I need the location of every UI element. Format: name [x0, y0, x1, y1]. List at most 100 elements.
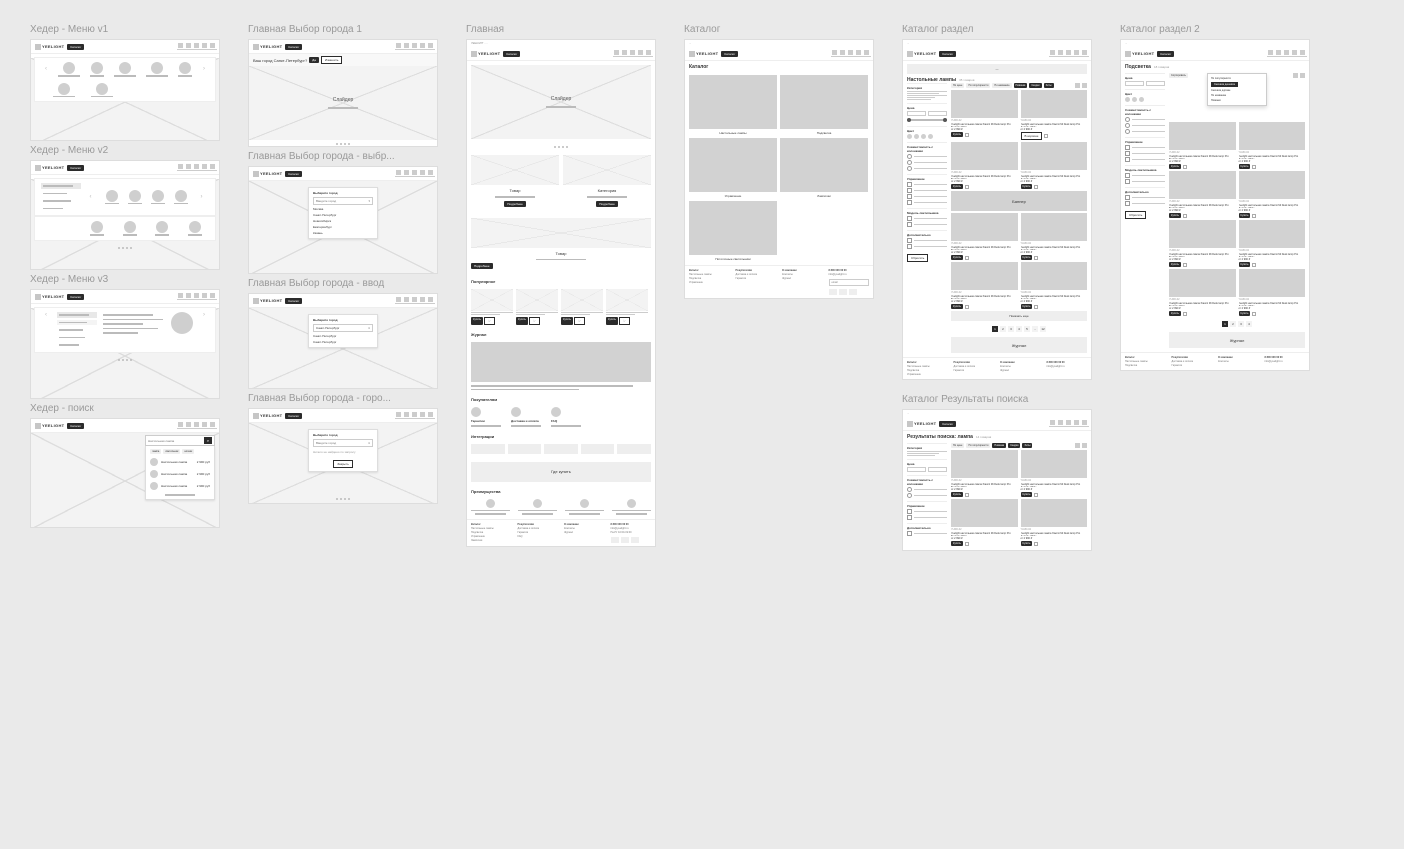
product-card[interactable]: Купить♡ [606, 289, 648, 325]
city-option[interactable]: Новосибирск [313, 219, 373, 223]
product-card[interactable]: Купить♡ [516, 289, 558, 325]
journal-promo[interactable]: Журнал [1169, 332, 1305, 348]
sort-tag[interactable]: По цене [951, 83, 964, 88]
hero-slider[interactable]: Слайдер [471, 65, 651, 139]
frame-catalog-section-2[interactable]: ... YEELIGHTКаталог Подсветка 18 товаров… [1120, 39, 1310, 371]
sort-tag-active[interactable]: Хиты [1044, 83, 1054, 88]
search-chip[interactable]: светильник [163, 449, 180, 454]
city-option[interactable]: Казань [313, 231, 373, 235]
profile-icon[interactable] [202, 43, 207, 50]
next-arrow[interactable]: › [199, 66, 209, 72]
customer-link[interactable]: FAQ [551, 407, 581, 427]
cart-icon[interactable] [194, 43, 199, 50]
city-option[interactable]: Москва [313, 207, 373, 211]
frame-city-select[interactable]: YEELIGHTКаталог Выберите город ▾ Москва … [248, 166, 438, 274]
search-result-item[interactable]: Настольная лампа 2 990 руб [150, 468, 210, 480]
page-button[interactable]: 1 [992, 326, 998, 332]
menu-side-item[interactable] [41, 191, 81, 197]
tile-button[interactable]: Подробнее [504, 201, 526, 207]
favorite-toggle[interactable] [965, 133, 969, 137]
frame-city-1[interactable]: YEELIGHTКаталог Ваш город Санкт-Петербур… [248, 39, 438, 147]
frame-header-menu-v2[interactable]: YEELIGHTКаталог ‹ › [30, 160, 220, 270]
header-icons [178, 43, 215, 50]
product-card[interactable]: Купить♡ [471, 289, 513, 325]
search-input[interactable] [148, 439, 203, 443]
search-result-item[interactable]: Настольная лампа 2 990 руб [150, 480, 210, 492]
tile-button[interactable]: Подробнее [596, 201, 618, 207]
city-change-button[interactable]: Изменить [321, 56, 343, 64]
category-card[interactable]: Лампочки [780, 138, 868, 198]
show-more-button[interactable]: Показать еще [951, 311, 1087, 321]
hero-slider[interactable]: Слайдер [249, 66, 437, 140]
frame-catalog-section[interactable]: ... YEELIGHTКаталог — Настольные лампы 3… [902, 39, 1092, 380]
sort-trigger[interactable]: Сортировать [1169, 73, 1188, 78]
filter-reset-button[interactable]: Сбросить [1125, 211, 1146, 219]
promo-banner[interactable]: Баннер [951, 191, 1087, 211]
menu-item[interactable] [146, 62, 168, 77]
menu-item[interactable] [178, 62, 192, 77]
search-icon[interactable] [210, 43, 215, 50]
product-card[interactable]: Купить♡ [561, 289, 603, 325]
logo[interactable]: YEELIGHT [35, 44, 64, 50]
city-yes-button[interactable]: Да [309, 57, 319, 63]
catalog-button[interactable]: Каталог [67, 44, 84, 50]
category-card[interactable]: Управление [689, 138, 777, 198]
frame-search-results[interactable]: ... YEELIGHTКаталог Результаты поиска: л… [902, 409, 1092, 551]
menu-item[interactable] [90, 62, 104, 77]
grid-view-icon[interactable] [1075, 83, 1080, 88]
list-view-icon[interactable] [1082, 83, 1087, 88]
frame-catalog[interactable]: ... YEELIGHTКаталог Каталог Настольные л… [684, 39, 874, 299]
page-button[interactable]: 3 [1008, 326, 1014, 332]
city-input[interactable] [316, 199, 368, 203]
menu-item[interactable] [91, 83, 113, 98]
frame-city-notfound[interactable]: YEELIGHTКаталог Выберите город × Ничего … [248, 408, 438, 504]
city-option[interactable]: Санкт-Петербург [313, 213, 373, 217]
footer-subscribe-input[interactable]: email [829, 279, 870, 286]
frame-home[interactable]: YEELIGHT · ... YEELIGHTКаталог Слайдер Т… [466, 39, 656, 547]
where-to-buy-banner[interactable]: Где купить [471, 462, 651, 482]
page-button[interactable]: 4 [1016, 326, 1022, 332]
menu-side-item-active[interactable] [41, 183, 81, 189]
customer-link[interactable]: Гарантии [471, 407, 501, 427]
journal-promo[interactable]: Журнал [951, 337, 1087, 353]
page-button[interactable]: 5 [1024, 326, 1030, 332]
frame-header-menu-v1[interactable]: YEELIGHT Каталог ‹ [30, 39, 220, 141]
product-card[interactable]: YLMD-02Yeelight настольная лампа Xiaomi … [951, 90, 1018, 140]
frame-city-input[interactable]: YEELIGHTКаталог Выберите город Санкт-Пет… [248, 293, 438, 389]
search-chip[interactable]: лампа [150, 449, 161, 454]
page-button[interactable]: 2 [1000, 326, 1006, 332]
search-chip[interactable]: ночник [182, 449, 194, 454]
page-button[interactable]: 12 [1040, 326, 1046, 332]
city-option[interactable]: Екатеринбург [313, 225, 373, 229]
customer-link[interactable]: Доставка и оплата [511, 407, 541, 427]
city-option[interactable]: Санкт-Петербург [313, 334, 373, 338]
frame-title: Каталог [684, 24, 874, 35]
search-submit[interactable]: ⌕ [204, 437, 212, 444]
menu-item[interactable] [114, 62, 136, 77]
tile-button[interactable]: Подробнее [471, 263, 493, 269]
menu-side-item[interactable] [41, 206, 81, 212]
filter-reset-button[interactable]: Сбросить [907, 254, 928, 262]
category-card[interactable]: Потолочные светильники [689, 201, 777, 261]
compare-icon[interactable] [178, 43, 183, 50]
sort-tag-active[interactable]: Новинки [1014, 83, 1028, 88]
prev-arrow[interactable]: ‹ [41, 66, 51, 72]
search-result-item[interactable]: Настольная лампа 2 990 руб [150, 456, 210, 468]
menu-item[interactable] [53, 83, 75, 98]
city-option[interactable]: Санкт-Петербург [313, 340, 373, 344]
city-close-button[interactable]: Закрыть [333, 460, 353, 468]
category-card[interactable]: Подсветка [780, 75, 868, 135]
column-1: Хедер - Меню v1 YEELIGHT Каталог ‹ [30, 20, 220, 528]
sort-tag[interactable]: По популярности [966, 83, 990, 88]
frame-header-search[interactable]: YEELIGHTКаталог ⌕ лампа светильник ночни… [30, 418, 220, 528]
frame-header-menu-v3[interactable]: YEELIGHTКаталог ‹ [30, 289, 220, 399]
category-card[interactable]: Настольные лампы [689, 75, 777, 135]
sort-tag[interactable]: По названию [992, 83, 1011, 88]
favorite-icon[interactable] [186, 43, 191, 50]
menu-side-item[interactable] [41, 198, 81, 204]
sort-option-selected[interactable]: Сначала дешевле [1208, 81, 1266, 88]
sort-tag-active[interactable]: Скидки [1029, 83, 1041, 88]
sort-option[interactable]: Новинки [1208, 98, 1266, 103]
product-card[interactable]: YLMD-02Yeelight настольная лампа Xiaomi … [1021, 90, 1088, 140]
menu-item[interactable] [58, 62, 80, 77]
